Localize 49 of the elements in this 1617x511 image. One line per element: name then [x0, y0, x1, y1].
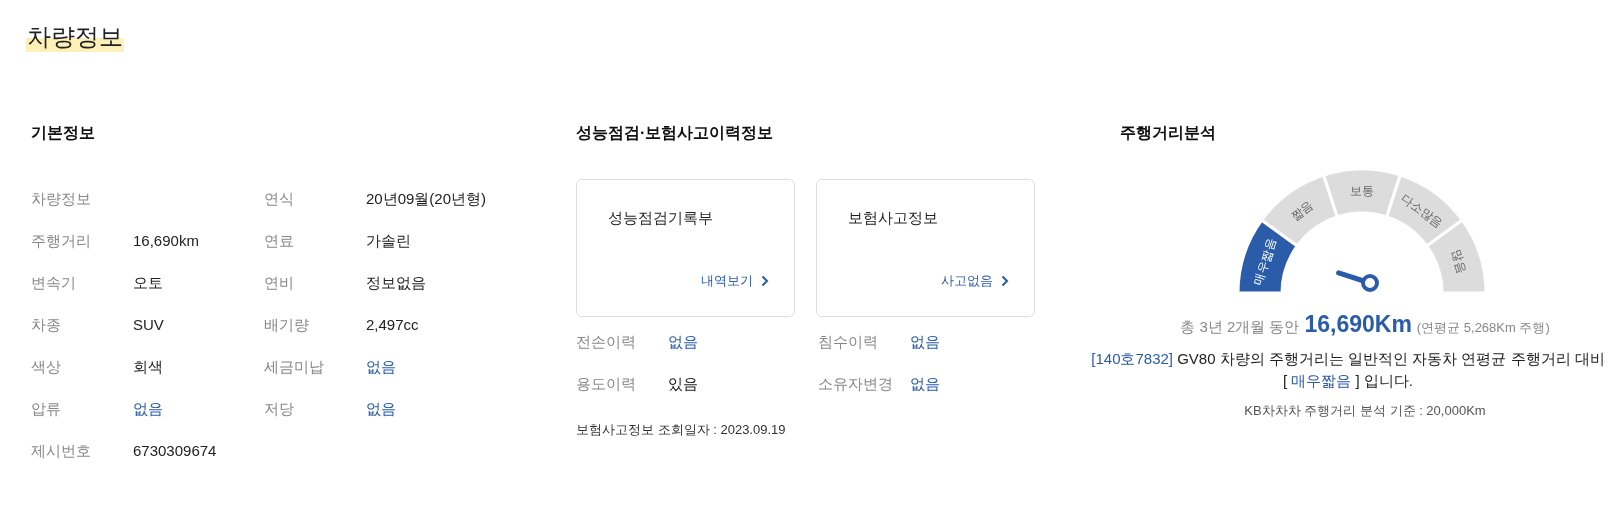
period-text: 총 3년 2개월 동안: [1180, 318, 1300, 337]
section-heading: 기본정보: [31, 123, 96, 143]
chevron-right-icon: [1001, 275, 1009, 287]
field-value: 회색: [133, 357, 164, 377]
field-value: 오토: [133, 273, 164, 293]
field-value: 있음: [668, 374, 699, 394]
field-value: 없음: [910, 332, 941, 352]
field-value: 6730309674: [133, 441, 218, 461]
field-label: 소유자변경: [818, 374, 894, 394]
field-label: 주행거리: [31, 231, 92, 251]
field-label: 변속기: [31, 273, 77, 293]
lookup-date: 보험사고정보 조회일자 : 2023.09.19: [576, 421, 787, 439]
field-value: 없음: [910, 374, 941, 394]
field-label: 배기량: [264, 315, 310, 335]
section-heading: 주행거리분석: [1120, 123, 1217, 143]
card-title: 성능점검기록부: [608, 209, 713, 228]
field-value: 없음: [366, 357, 397, 377]
field-label: 저당: [264, 399, 295, 419]
field-value: 없음: [668, 332, 699, 352]
card-link[interactable]: 내역보기: [701, 272, 769, 290]
basis-text: KB차차차 주행거리 분석 기준 : 20,000Km: [1243, 402, 1487, 420]
field-label: 색상: [31, 357, 62, 377]
field-value: 16,690km: [133, 231, 200, 251]
field-label: 전손이력: [576, 332, 637, 352]
total-mileage: 16,690Km: [1304, 311, 1412, 338]
field-value: 없음: [133, 399, 164, 419]
field-label: 차량정보: [31, 189, 92, 209]
chevron-right-icon: [761, 275, 769, 287]
field-label: 연료: [264, 231, 295, 251]
field-value: 2,497cc: [366, 315, 420, 335]
card-link[interactable]: 사고없음: [941, 272, 1009, 290]
field-label: 용도이력: [576, 374, 637, 394]
field-value: 없음: [366, 399, 397, 419]
summary-text: [140호7832] GV80 차량의 주행거리는 일반적인 자동차 연평균 주행거리 대비 [ 매우짧음 ] 입니다.: [1090, 349, 1606, 391]
field-label: 압류: [31, 399, 62, 419]
field-label: 제시번호: [31, 441, 92, 461]
gauge-needle: [1336, 270, 1379, 292]
average-mileage: (연평균 5,268Km 주행): [1416, 319, 1550, 337]
field-label: 차종: [31, 315, 62, 335]
field-label: 연비: [264, 273, 295, 293]
field-value: SUV: [133, 315, 165, 335]
card-title: 보험사고정보: [848, 209, 938, 228]
section-heading: 성능점검·보험사고이력정보: [576, 123, 775, 143]
field-value: 정보없음: [366, 273, 427, 293]
field-label: 세금미납: [264, 357, 325, 377]
field-label: 연식: [264, 189, 295, 209]
field-value: 20년09월(20년형): [366, 189, 488, 209]
field-label: 침수이력: [818, 332, 879, 352]
field-value: 가솔린: [366, 231, 412, 251]
